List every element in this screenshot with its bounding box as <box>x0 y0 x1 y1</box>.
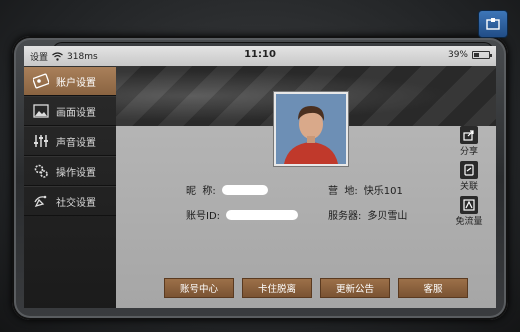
sidebar-item-controls[interactable]: 操作设置 <box>24 156 116 186</box>
window-icon <box>486 18 500 30</box>
clock-text: 11:10 <box>244 49 276 60</box>
status-bar: 设置 318ms 11:10 39% <box>24 46 496 66</box>
battery-percent: 39% <box>447 50 468 60</box>
battery-fill <box>474 53 479 57</box>
sidebar-item-label: 声音设置 <box>56 137 96 149</box>
sidebar-item-display[interactable]: 画面设置 <box>24 96 116 126</box>
nickname-value <box>221 184 268 195</box>
link-label: 关联 <box>459 182 478 192</box>
account-panel: 分享 关联 免流量 昵 称: 营 地: 快乐101 账号ID: 服务器: 多贝雪… <box>116 66 496 308</box>
link-icon <box>459 161 478 179</box>
avatar[interactable] <box>274 92 348 166</box>
sidebar-item-sound[interactable]: 声音设置 <box>24 126 116 156</box>
server-value: 多贝雪山 <box>367 211 408 222</box>
nickname-label: 昵 称: <box>186 186 216 197</box>
data-free-button[interactable]: 免流量 <box>455 196 483 227</box>
account-card-icon <box>32 72 50 90</box>
game-screen: 设置 318ms 11:10 39% 账户设置 画面设置 声音设置 操作设置 社… <box>24 46 496 308</box>
gears-icon <box>32 162 50 180</box>
announcement-button[interactable]: 更新公告 <box>320 278 390 298</box>
minimize-button[interactable] <box>478 10 508 38</box>
bottom-buttons: 账号中心 卡住脱离 更新公告 客服 <box>164 278 468 298</box>
equalizer-icon <box>32 132 50 150</box>
picture-icon <box>32 102 50 120</box>
sidebar-item-social[interactable]: 社交设置 <box>24 186 116 216</box>
settings-sidebar: 账户设置 画面设置 声音设置 操作设置 社交设置 <box>24 66 116 308</box>
account-center-button[interactable]: 账号中心 <box>164 278 234 298</box>
sidebar-item-label: 画面设置 <box>56 107 96 119</box>
quick-actions: 分享 关联 免流量 <box>452 126 486 227</box>
sidebar-item-label: 社交设置 <box>56 197 96 209</box>
share-label: 分享 <box>459 147 478 157</box>
customer-service-button[interactable]: 客服 <box>398 278 468 298</box>
sidebar-item-account[interactable]: 账户设置 <box>24 66 116 96</box>
server-label: 服务器: <box>328 211 362 222</box>
camp-label: 营 地: <box>328 186 358 197</box>
unstuck-button[interactable]: 卡住脱离 <box>242 278 312 298</box>
satellite-dish-icon <box>32 192 50 210</box>
camp-value: 快乐101 <box>363 186 403 197</box>
account-id-label: 账号ID: <box>186 211 221 222</box>
battery-icon <box>472 51 492 59</box>
link-button[interactable]: 关联 <box>459 161 478 192</box>
sidebar-item-label: 账户设置 <box>56 77 96 89</box>
data-free-label: 免流量 <box>455 217 483 227</box>
sidebar-item-label: 操作设置 <box>56 167 96 179</box>
share-button[interactable]: 分享 <box>459 126 478 157</box>
data-free-icon <box>459 196 478 214</box>
share-icon <box>459 126 478 144</box>
account-id-value <box>226 209 299 220</box>
